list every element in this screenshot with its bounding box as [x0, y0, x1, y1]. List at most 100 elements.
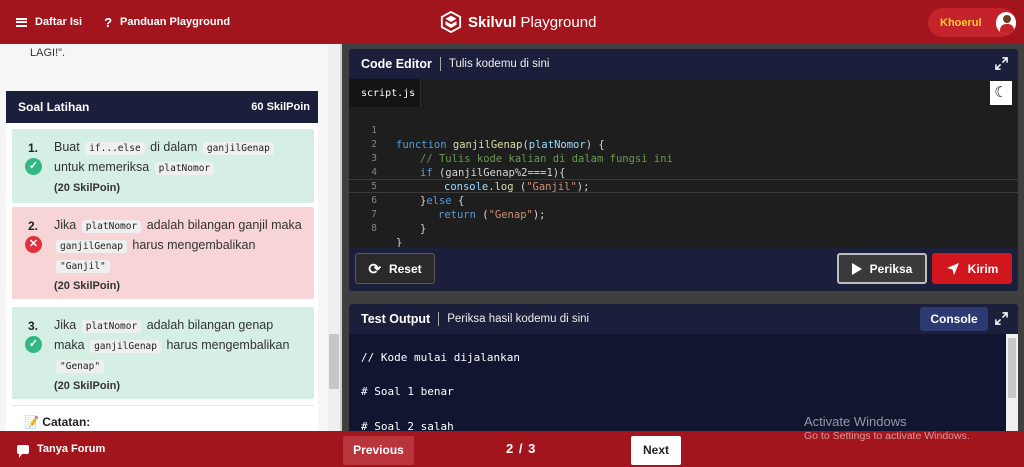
watermark-line-2: Go to Settings to activate Windows. — [804, 430, 970, 442]
line-number: 8 — [371, 223, 377, 234]
question-text-part: harus mengembalikan — [132, 238, 256, 252]
daftar-isi-button[interactable]: Daftar Isi — [16, 16, 82, 28]
tanya-forum-button[interactable]: Tanya Forum — [17, 431, 105, 467]
note-icon: 📝 — [24, 415, 39, 429]
tanya-forum-label: Tanya Forum — [37, 443, 106, 455]
code-line: 3 if (ganjilGenap%2===1){ — [349, 138, 1018, 179]
output-line: // Kode mulai dijalankan — [361, 351, 520, 364]
code-chip: ganjilGenap — [90, 340, 161, 353]
code-input[interactable]: 1 function ganjilGenap(platNomor) { 2 //… — [349, 107, 1018, 249]
question-number: 3. — [28, 319, 39, 333]
code-chip: if...else — [85, 142, 145, 155]
question-icon: ? — [104, 14, 113, 30]
panduan-playground-button[interactable]: ? Panduan Playground — [104, 15, 230, 30]
user-name: Khoerul — [940, 16, 982, 29]
periksa-button[interactable]: Periksa — [837, 253, 927, 284]
code-chip: ganjilGenap — [56, 240, 127, 253]
soal-latihan-poin: 60 SkilPoin — [251, 101, 310, 113]
question-poin: (20 SkilPoin) — [54, 280, 121, 292]
brand-name-rest: Playground — [520, 13, 597, 31]
question-number: 1. — [28, 141, 39, 155]
brand-name-bold: Skilvul — [468, 13, 517, 31]
code-token: } — [420, 223, 427, 235]
soal-latihan-title: Soal Latihan — [18, 100, 90, 114]
code-chip: platNomor — [154, 162, 215, 175]
avatar — [995, 11, 1016, 34]
panduan-playground-label: Panduan Playground — [120, 16, 231, 28]
left-scrollbar[interactable] — [328, 44, 340, 431]
code-chip: "Ganjil" — [56, 260, 110, 273]
question-number: 2. — [28, 219, 39, 233]
brand-logo[interactable]: Skilvul Playground — [440, 10, 596, 34]
catatan-label: Catatan: — [42, 415, 91, 429]
question-text: Buat if...else di dalam ganjilGenap untu… — [54, 138, 304, 197]
next-button[interactable]: Next — [631, 436, 681, 465]
instruction-text-tail: LAGI!". — [30, 47, 66, 59]
kirim-button[interactable]: Kirim — [932, 253, 1012, 284]
page-indicator: 2 / 3 — [506, 441, 537, 456]
watermark-line-1: Activate Windows — [804, 414, 907, 429]
code-chip: platNomor — [81, 220, 142, 233]
refresh-icon: ⟳ — [368, 260, 381, 278]
test-output-panel: Test Output Periksa hasil kodemu di sini… — [349, 304, 1018, 431]
kirim-label: Kirim — [967, 261, 999, 276]
question-text-part: Jika — [54, 218, 77, 232]
code-line: 7 } — [349, 194, 1018, 235]
test-output-subtitle: Periksa hasil kodemu di sini — [447, 313, 590, 325]
question-text-part: harus mengembalikan — [166, 338, 290, 352]
code-editor-panel: Code Editor Tulis kodemu di sini script.… — [349, 49, 1018, 291]
test-output-header: Test Output Periksa hasil kodemu di sini… — [349, 304, 1018, 334]
question-text: Jika platNomor adalah bilangan genap mak… — [54, 316, 304, 395]
left-scroll-thumb[interactable] — [329, 334, 339, 389]
file-tab-script-js[interactable]: script.js — [349, 79, 421, 107]
top-bar: Daftar Isi ? Panduan Playground Skilvul … — [0, 0, 1024, 44]
code-chip: platNomor — [81, 320, 142, 333]
moon-icon[interactable]: ☾ — [990, 81, 1012, 105]
reset-button[interactable]: ⟳ Reset — [355, 253, 435, 284]
question-text: Jika platNomor adalah bilangan ganjil ma… — [54, 216, 304, 295]
code-editor-header: Code Editor Tulis kodemu di sini — [349, 49, 1018, 79]
chat-icon — [17, 444, 29, 458]
code-line: 2 // Tulis kode kalian di dalam fungsi i… — [349, 124, 1018, 165]
question-text-part: Buat — [54, 140, 80, 154]
question-text-part: adalah bilangan ganjil maka — [146, 218, 302, 232]
question-item-3: 3. ✓ Jika platNomor adalah bilangan gena… — [12, 307, 314, 399]
expand-icon[interactable] — [995, 312, 1008, 325]
question-item-1: 1. ✓ Buat if...else di dalam ganjilGenap… — [12, 129, 314, 203]
question-text-part: di dalam — [150, 140, 198, 154]
catatan-heading: 📝 Catatan: — [12, 405, 314, 431]
question-poin: (20 SkilPoin) — [54, 380, 121, 392]
code-line: 8 } — [349, 208, 1018, 249]
code-line-active: 6 return ("Genap"); — [349, 179, 1018, 221]
console-button[interactable]: Console — [920, 307, 988, 331]
send-icon — [946, 262, 959, 275]
editor-actions: ⟳ Reset Periksa Kirim — [349, 247, 1018, 291]
windows-activation-watermark: Activate Windows Go to Settings to activ… — [804, 414, 970, 442]
output-scrollbar[interactable] — [1006, 334, 1018, 431]
periksa-label: Periksa — [869, 261, 913, 276]
soal-list: 1. ✓ Buat if...else di dalam ganjilGenap… — [6, 123, 318, 431]
code-line: 5 }else { — [349, 166, 1018, 207]
editor-tab-bar: script.js ☾ — [349, 79, 1018, 107]
daftar-isi-label: Daftar Isi — [35, 16, 83, 28]
top-bar-left: Daftar Isi ? Panduan Playground — [16, 0, 230, 44]
question-item-2: 2. ✕ Jika platNomor adalah bilangan ganj… — [12, 207, 314, 299]
test-output-title: Test Output — [361, 312, 440, 326]
check-icon: ✓ — [25, 336, 42, 353]
question-text-part: untuk memeriksa — [54, 160, 150, 174]
output-line: # Soal 2 salah — [361, 420, 454, 431]
instructions-panel: LAGI!". Soal Latihan 60 SkilPoin 1. ✓ Bu… — [0, 44, 342, 431]
code-editor-subtitle: Tulis kodemu di sini — [448, 58, 550, 70]
code-line: 4 console.log ("Ganjil"); — [349, 152, 1018, 193]
play-icon — [851, 262, 862, 275]
expand-icon[interactable] — [995, 57, 1008, 70]
question-text-part: Jika — [54, 318, 77, 332]
code-chip: "Genap" — [56, 360, 105, 373]
output-line: # Soal 1 benar — [361, 385, 454, 398]
menu-icon — [16, 17, 27, 27]
check-icon: ✓ — [25, 158, 42, 175]
previous-button[interactable]: Previous — [343, 436, 414, 465]
soal-latihan-header: Soal Latihan 60 SkilPoin — [6, 91, 318, 123]
code-chip: ganjilGenap — [202, 142, 274, 155]
user-menu[interactable]: Khoerul — [928, 8, 1016, 37]
